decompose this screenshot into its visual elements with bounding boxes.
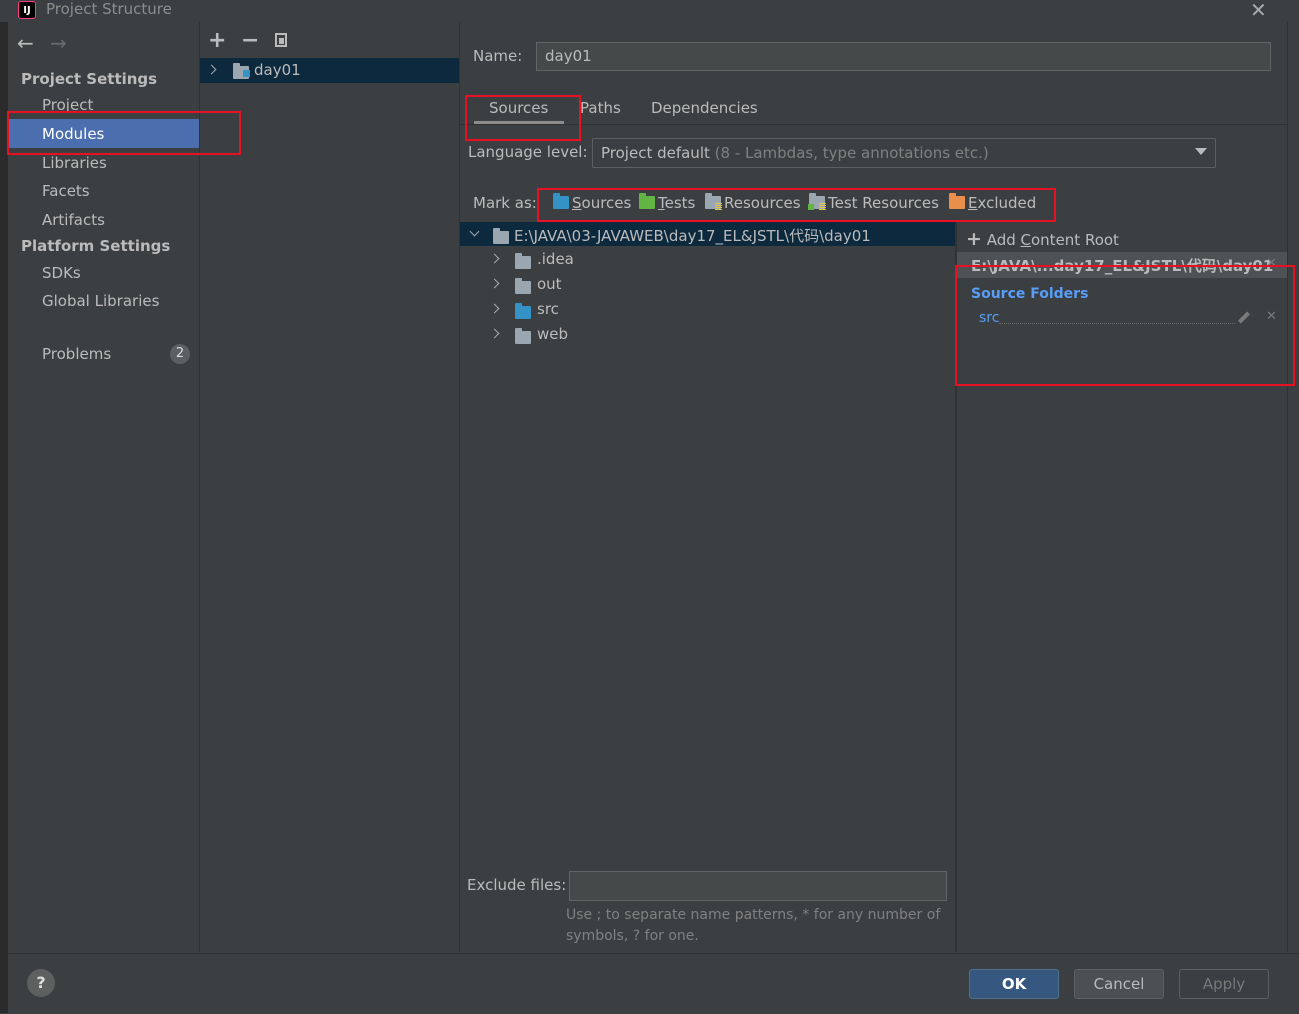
mark-as-excluded-button[interactable]: Excluded [949, 193, 1036, 212]
mark-as-tests-button[interactable]: Tests [639, 193, 695, 212]
sidebar-item-libraries[interactable]: Libraries [42, 154, 107, 172]
content-root-panel [957, 222, 1287, 952]
sidebar-item-problems[interactable]: Problems [42, 345, 111, 363]
title-bar [0, 0, 1299, 22]
tree-item-idea[interactable]: .idea [537, 250, 574, 268]
apply-button[interactable]: Apply [1179, 969, 1269, 999]
copy-module-icon[interactable] [275, 33, 287, 47]
resources-folder-icon [705, 193, 722, 210]
tree-item-src[interactable]: src [537, 300, 559, 318]
close-icon[interactable]: ✕ [1250, 0, 1267, 22]
tabs-divider [460, 124, 1287, 125]
platform-settings-heading: Platform Settings [21, 237, 171, 255]
content-root-path: E:\JAVA\...day17_EL&JSTL\代码\day01 [971, 257, 1274, 275]
exclude-files-label: Exclude files: [467, 876, 567, 894]
exclude-files-input[interactable] [569, 871, 947, 901]
sidebar-item-project[interactable]: Project [42, 96, 93, 114]
tests-folder-icon [639, 193, 655, 209]
name-input[interactable]: day01 [536, 42, 1271, 71]
root-folder-icon [493, 228, 512, 247]
tree-item-web[interactable]: web [537, 325, 568, 343]
folder-icon [515, 278, 534, 297]
tab-paths[interactable]: Paths [580, 99, 621, 117]
mark-as-label: Mark as: [473, 194, 537, 212]
exclude-files-hint-1: Use ; to separate name patterns, * for a… [566, 907, 941, 923]
source-folders-title: Source Folders [971, 286, 1089, 302]
dropdown-arrow-icon[interactable] [1195, 148, 1207, 155]
folder-icon [515, 328, 534, 347]
chevron-right-icon[interactable] [489, 328, 500, 339]
tab-sources[interactable]: Sources [489, 99, 548, 117]
problems-count-badge: 2 [170, 344, 190, 364]
copy-icon-inner [279, 38, 284, 44]
right-edge [1287, 22, 1299, 952]
add-module-icon[interactable]: + [208, 28, 226, 53]
help-button[interactable]: ? [27, 969, 55, 997]
test-resources-folder-icon [808, 193, 826, 210]
source-folder-entry[interactable]: src [979, 310, 999, 326]
ok-button[interactable]: OK [969, 969, 1059, 999]
sidebar-item-artifacts[interactable]: Artifacts [42, 211, 105, 229]
name-label: Name: [473, 47, 523, 65]
source-folder-icon [515, 303, 534, 322]
tree-item-out[interactable]: out [537, 275, 562, 293]
cancel-button[interactable]: Cancel [1074, 969, 1164, 999]
plus-icon: + [966, 228, 982, 250]
back-arrow-icon[interactable]: ← [17, 31, 34, 55]
language-level-value: Project default [601, 144, 710, 162]
remove-module-icon[interactable]: − [241, 28, 259, 53]
language-level-select[interactable]: Project default (8 - Lambdas, type annot… [592, 138, 1216, 168]
sidebar-item-global-libraries[interactable]: Global Libraries [42, 292, 159, 310]
tree-root-path[interactable]: E:\JAVA\03-JAVAWEB\day17_EL&JSTL\代码\day0… [514, 225, 871, 246]
mark-as-resources-button[interactable]: Resources [705, 193, 801, 212]
excluded-folder-icon [949, 193, 965, 209]
project-settings-heading: Project Settings [21, 70, 158, 88]
mark-as-sources-button[interactable]: Sources [553, 193, 631, 212]
exclude-files-hint-2: symbols, ? for one. [566, 928, 699, 944]
sidebar-item-modules[interactable]: Modules [42, 125, 104, 143]
remove-root-icon[interactable]: ✕ [1266, 256, 1277, 271]
sidebar-item-facets[interactable]: Facets [42, 182, 90, 200]
module-item-day01[interactable]: day01 [254, 61, 301, 79]
folder-icon [515, 253, 534, 272]
forward-arrow-icon[interactable]: → [50, 31, 67, 55]
language-level-label: Language level: [468, 143, 588, 161]
chevron-right-icon[interactable] [489, 253, 500, 264]
sources-folder-icon [553, 193, 569, 209]
remove-source-folder-icon[interactable]: ✕ [1266, 309, 1277, 324]
mark-as-test-resources-button[interactable]: Test Resources [808, 193, 939, 212]
intellij-icon: IJ [18, 1, 36, 19]
add-content-root-button[interactable]: + Add Content Root [966, 228, 1119, 250]
chevron-right-icon[interactable] [489, 303, 500, 314]
language-level-hint: (8 - Lambdas, type annotations etc.) [714, 144, 989, 162]
chevron-right-icon[interactable] [489, 278, 500, 289]
sidebar-item-sdks[interactable]: SDKs [42, 264, 81, 282]
window-title: Project Structure [46, 0, 172, 18]
module-badge-icon [243, 70, 250, 77]
background-ide-strip [0, 22, 8, 1013]
tab-dependencies[interactable]: Dependencies [651, 99, 758, 117]
module-folder-icon [233, 63, 252, 82]
module-list-pane [200, 22, 460, 952]
source-folder-dotted-line [999, 323, 1235, 324]
